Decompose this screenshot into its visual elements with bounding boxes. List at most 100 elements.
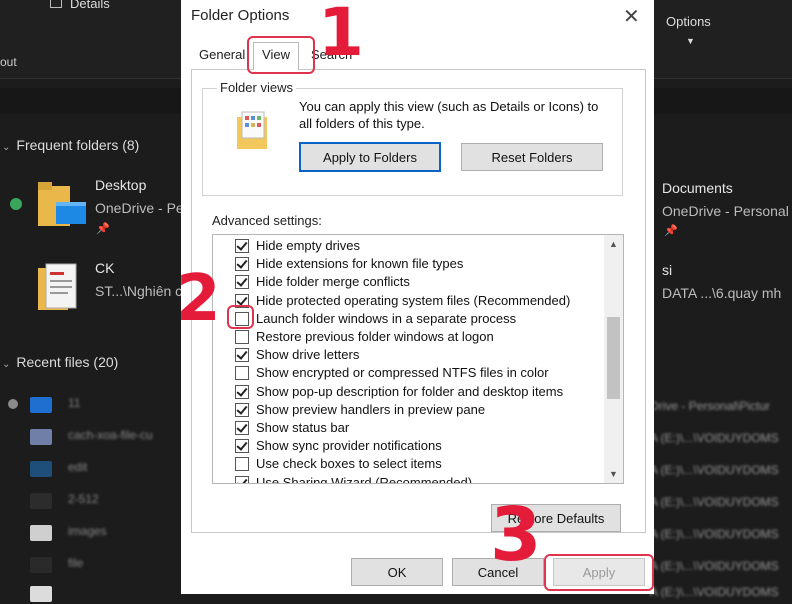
sync-status-icon bbox=[10, 198, 22, 210]
advanced-option-label: Hide empty drives bbox=[256, 238, 361, 253]
advanced-option-label: Show status bar bbox=[256, 420, 350, 435]
toolbar-cut-label: out bbox=[0, 55, 17, 69]
advanced-option-label: Hide folder merge conflicts bbox=[256, 274, 410, 290]
details-label: Details bbox=[70, 0, 110, 11]
recent-file-name: 2-512 bbox=[68, 492, 99, 506]
pin-icon: 📌 bbox=[664, 225, 678, 237]
file-thumbnail bbox=[30, 429, 52, 445]
recent-file-location: A (E:)\...\VOIDUYDOMS bbox=[650, 559, 779, 573]
list-item[interactable]: 11 bbox=[0, 393, 180, 415]
list-item[interactable]: 2-512 bbox=[0, 489, 180, 511]
annotation-apply-highlight bbox=[544, 554, 654, 591]
ok-button[interactable]: OK bbox=[351, 558, 443, 586]
checkbox[interactable] bbox=[235, 475, 249, 483]
checkbox[interactable] bbox=[235, 257, 249, 272]
sync-status-icon bbox=[8, 399, 18, 409]
list-item[interactable]: cach-xoa-file-cu bbox=[0, 425, 180, 447]
list-item[interactable]: edit bbox=[0, 457, 180, 479]
list-item[interactable]: images bbox=[0, 521, 180, 543]
recent-file-name: images bbox=[68, 524, 107, 538]
checkbox[interactable] bbox=[235, 402, 249, 417]
recent-file-location: Drive - Personal\Pictur bbox=[650, 399, 771, 413]
annotation-view-tab-highlight bbox=[247, 36, 315, 74]
file-thumbnail bbox=[30, 586, 52, 602]
details-button[interactable]: Details bbox=[50, 0, 110, 11]
recent-file-location: A (E:)\...\VOIDUYDOMS bbox=[650, 463, 779, 477]
options-button[interactable]: Options ▼ bbox=[666, 14, 711, 46]
checkbox[interactable] bbox=[235, 384, 249, 399]
scroll-down-icon[interactable]: ▼ bbox=[604, 465, 623, 483]
checkbox[interactable] bbox=[235, 421, 249, 435]
recent-file-location: A (E:)\...\VOIDUYDOMS bbox=[650, 527, 779, 541]
advanced-option-label: Show preview handlers in preview pane bbox=[256, 401, 486, 417]
tab-general[interactable]: General bbox=[193, 47, 251, 69]
ck-folder-icon[interactable] bbox=[36, 262, 80, 314]
checkbox[interactable] bbox=[235, 366, 249, 381]
chevron-down-icon: ⌄ bbox=[2, 142, 11, 153]
checkbox[interactable] bbox=[235, 457, 249, 472]
scroll-thumb[interactable] bbox=[607, 317, 620, 399]
folder-ck-name[interactable]: CK bbox=[95, 260, 114, 276]
details-icon bbox=[50, 0, 62, 8]
checkbox[interactable] bbox=[235, 239, 249, 253]
advanced-option-label: Show drive letters bbox=[256, 347, 360, 363]
folder-ck-location: ST...\Nghiên c bbox=[95, 283, 183, 299]
recent-file-location: A (E:)\...\VOIDUYDOMS bbox=[650, 585, 779, 599]
advanced-option-label: Use check boxes to select items bbox=[256, 456, 442, 472]
checkbox[interactable] bbox=[235, 275, 249, 290]
file-thumbnail bbox=[30, 557, 52, 573]
recent-file-name: file bbox=[68, 556, 84, 570]
annotation-step-1: 1 bbox=[318, 0, 364, 71]
dialog-title: Folder Options bbox=[191, 7, 290, 24]
folder-desktop-location: OneDrive - Pe bbox=[95, 200, 184, 216]
recent-file-location: A (E:)\...\VOIDUYDOMS bbox=[650, 495, 779, 509]
frequent-folders-header[interactable]: ⌄ Frequent folders (8) bbox=[2, 137, 139, 153]
annotation-checkbox-highlight bbox=[227, 305, 254, 329]
file-thumbnail bbox=[30, 461, 52, 477]
folder-si-name[interactable]: si bbox=[662, 262, 672, 278]
list-item[interactable]: file bbox=[0, 553, 180, 575]
frequent-folders-title: Frequent folders (8) bbox=[16, 137, 140, 153]
file-thumbnail bbox=[30, 493, 52, 509]
folder-documents-name[interactable]: Documents bbox=[662, 180, 733, 196]
folder-views-label: Folder views bbox=[217, 80, 296, 95]
recent-files-title: Recent files (20) bbox=[16, 354, 119, 370]
close-icon[interactable]: ✕ bbox=[623, 4, 640, 29]
advanced-option-label: Show encrypted or compressed NTFS files … bbox=[256, 365, 549, 381]
scroll-up-icon[interactable]: ▲ bbox=[604, 235, 623, 253]
checkbox[interactable] bbox=[235, 439, 249, 454]
options-label: Options bbox=[666, 14, 711, 29]
chevron-down-icon: ▼ bbox=[686, 36, 695, 46]
pin-icon: 📌 bbox=[96, 223, 110, 235]
folder-documents-location: OneDrive - Personal bbox=[662, 203, 789, 219]
advanced-option-label: Show sync provider notifications bbox=[256, 438, 442, 454]
checkbox[interactable] bbox=[235, 348, 249, 363]
chevron-down-icon: ⌄ bbox=[2, 359, 11, 370]
advanced-option-label: Restore previous folder windows at logon bbox=[256, 329, 494, 344]
folder-si-location: DATA ...\6.quay mh bbox=[662, 285, 782, 301]
scrollbar[interactable]: ▲ ▼ bbox=[604, 235, 623, 483]
advanced-option-label: Hide extensions for known file types bbox=[256, 256, 464, 272]
recent-file-name: cach-xoa-file-cu bbox=[68, 428, 153, 442]
advanced-settings-list[interactable]: Hide empty drives Hide extensions for kno… bbox=[212, 234, 624, 484]
list-item[interactable] bbox=[0, 582, 180, 604]
recent-file-location: A (E:)\...\VOIDUYDOMS bbox=[650, 431, 779, 445]
reset-folders-button[interactable]: Reset Folders bbox=[461, 143, 603, 171]
file-thumbnail bbox=[30, 397, 52, 413]
folder-desktop-name[interactable]: Desktop bbox=[95, 177, 146, 193]
apply-to-folders-button[interactable]: Apply to Folders bbox=[299, 142, 441, 172]
recent-files-header[interactable]: ⌄ Recent files (20) bbox=[2, 354, 118, 370]
desktop-folder-icon[interactable] bbox=[36, 180, 88, 230]
advanced-settings-label: Advanced settings: bbox=[212, 213, 322, 228]
recent-file-name: edit bbox=[68, 460, 88, 474]
file-thumbnail bbox=[30, 525, 52, 541]
annotation-step-2: 2 bbox=[176, 262, 221, 336]
checkbox[interactable] bbox=[235, 330, 249, 344]
folder-options-dialog: Folder Options ✕ General View Search Fol… bbox=[181, 0, 654, 594]
recent-file-name: 11 bbox=[68, 396, 81, 410]
advanced-option-label: Hide protected operating system files (R… bbox=[256, 292, 571, 308]
folder-views-description: You can apply this view (such as Details… bbox=[299, 99, 599, 131]
advanced-option-label: Launch folder windows in a separate proc… bbox=[256, 310, 517, 326]
advanced-option-label: Use Sharing Wizard (Recommended) bbox=[256, 474, 473, 484]
advanced-option-label: Show pop-up description for folder and d… bbox=[256, 383, 564, 399]
